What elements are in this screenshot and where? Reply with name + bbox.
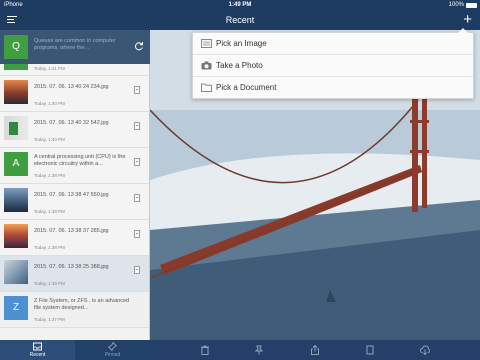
recent-list[interactable]: T Today, 1:41 PM 2015. 07. 06. 13 40 24 … (0, 30, 150, 340)
list-item[interactable]: 2015. 07. 06. 13 40 32 542.jpg Today, 1:… (0, 112, 149, 148)
item-time: Today, 1:38 PM (34, 245, 65, 250)
item-time: Today, 1:38 PM (34, 173, 65, 178)
document-icon (134, 122, 140, 130)
letter-tile: A (4, 152, 28, 176)
thumbnail-image (4, 188, 28, 212)
pick-document-item[interactable]: Pick a Document (193, 77, 473, 99)
pin-icon[interactable] (254, 345, 264, 355)
thumbnail-image (4, 260, 28, 284)
add-icon[interactable]: + (463, 12, 472, 28)
item-title: 2015. 07. 06. 13 40 24 234.jpg (34, 84, 109, 90)
letter-tile: Z (4, 296, 28, 320)
search-preview-text: Queues are common in computer programs, … (34, 38, 116, 51)
document-icon (134, 266, 140, 274)
refresh-icon[interactable] (134, 41, 144, 51)
item-time: Today, 1:38 PM (34, 209, 65, 214)
image-icon (201, 39, 212, 48)
item-time: Today, 1:37 PM (34, 317, 65, 322)
thumbnail-image (4, 80, 28, 104)
tab-bar: Recent Pinned (0, 340, 150, 360)
item-title: 2015. 07. 06. 13 38 25 388.jpg (34, 264, 109, 270)
folder-icon (201, 83, 212, 92)
list-item[interactable]: 2015. 07. 06. 13 38 25 388.jpg Today, 1:… (0, 256, 149, 292)
menu-item-label: Pick a Document (216, 83, 277, 92)
tab-label: Pinned (104, 352, 121, 358)
thumbnail-image (4, 224, 28, 248)
search-row[interactable]: Q Queues are common in computer programs… (0, 30, 150, 64)
download-icon[interactable] (420, 345, 430, 355)
inbox-icon (33, 342, 42, 351)
list-item[interactable]: 2015. 07. 06. 13 40 24 234.jpg Today, 1:… (0, 76, 149, 112)
document-icon (134, 158, 140, 166)
tab-label: Recent (29, 352, 46, 358)
list-item[interactable]: Z Z File System, or ZFS , is an advanced… (0, 292, 149, 328)
take-photo-item[interactable]: Take a Photo (193, 55, 473, 77)
menu-item-label: Take a Photo (216, 61, 263, 70)
share-icon[interactable] (310, 345, 320, 355)
item-time: Today, 1:40 PM (34, 101, 65, 106)
item-time: Today, 1:41 PM (34, 66, 65, 71)
page-title: Recent (225, 15, 255, 25)
trash-icon[interactable] (200, 345, 210, 355)
item-title: Z File System, or ZFS , is an advanced f… (34, 298, 130, 311)
item-title: 2015. 07. 06. 13 40 32 542.jpg (34, 120, 109, 126)
item-title: A central processing unit (CPU) is the e… (34, 154, 126, 167)
clock: 1:49 PM (228, 2, 252, 8)
thumbnail-image (4, 116, 28, 140)
document-icon (134, 86, 140, 94)
battery-percent: 100% (448, 2, 464, 8)
add-menu-popover: Pick an Image Take a Photo Pick a Docume… (192, 28, 474, 99)
item-time: Today, 1:38 PM (34, 281, 65, 286)
item-title: 2015. 07. 06. 13 38 37 285.jpg (34, 228, 109, 234)
tab-pinned[interactable]: Pinned (75, 340, 150, 360)
list-item[interactable]: A A central processing unit (CPU) is the… (0, 148, 149, 184)
item-title: 2015. 07. 06. 13 38 47 550.jpg (34, 192, 109, 198)
letter-tile: Q (4, 35, 28, 59)
menu-item-label: Pick an Image (216, 39, 267, 48)
pin-icon (108, 342, 117, 351)
copy-icon[interactable] (365, 345, 375, 355)
battery-icon (466, 3, 477, 8)
list-item[interactable]: 2015. 07. 06. 13 38 47 550.jpg Today, 1:… (0, 184, 149, 220)
item-time: Today, 1:40 PM (34, 137, 65, 142)
list-item[interactable]: 2015. 07. 06. 13 38 37 285.jpg Today, 1:… (0, 220, 149, 256)
pick-image-item[interactable]: Pick an Image (193, 33, 473, 55)
tab-recent[interactable]: Recent (0, 340, 75, 360)
nav-bar: Recent + (0, 10, 480, 30)
camera-icon (201, 61, 212, 70)
status-bar: iPhone 1:49 PM 100% (0, 0, 480, 10)
bottom-toolbar (150, 340, 480, 360)
document-icon (134, 230, 140, 238)
document-icon (134, 194, 140, 202)
